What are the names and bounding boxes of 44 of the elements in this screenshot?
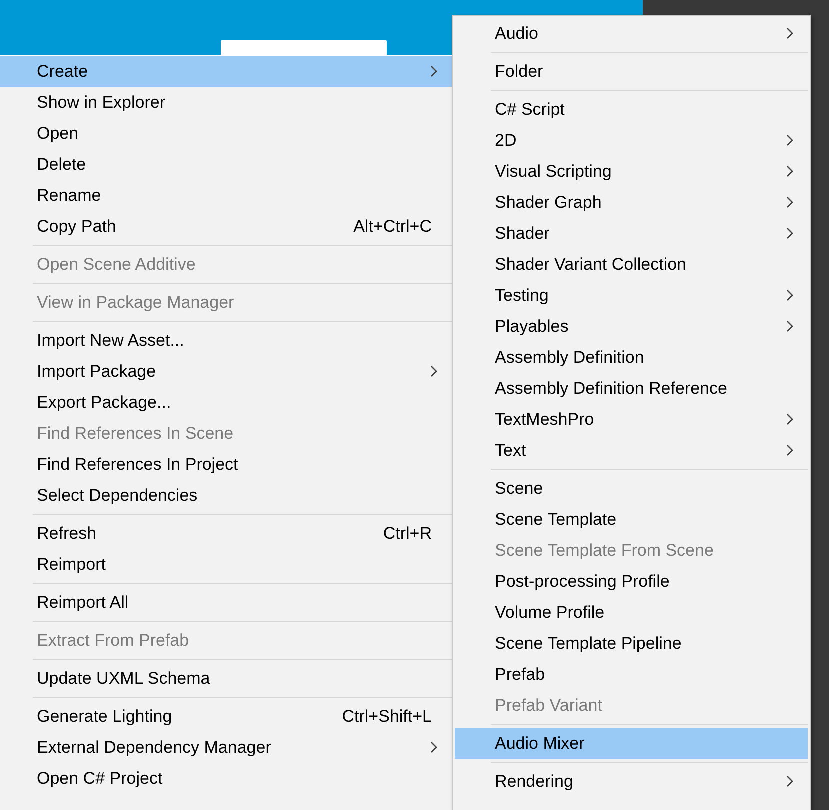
menu-item[interactable]: Rename [0, 180, 452, 211]
menu-item[interactable]: TextMeshPro [455, 404, 808, 435]
menu-item[interactable]: Select Dependencies [0, 480, 452, 511]
menu-item[interactable]: Scene Template Pipeline [455, 628, 808, 659]
menu-item[interactable]: Scene Template [455, 504, 808, 535]
menu-item[interactable]: Create [0, 56, 452, 87]
shortcut-label: Alt+Ctrl+C [354, 216, 432, 236]
menu-item[interactable]: 2D [455, 125, 808, 156]
menu-item[interactable]: Assembly Definition [455, 342, 808, 373]
menu-item[interactable]: Import New Asset... [0, 325, 452, 356]
menu-item[interactable]: Generate Lighting Ctrl+Shift+L [0, 701, 452, 732]
menu-item[interactable]: Testing [455, 280, 808, 311]
menu-item[interactable]: External Dependency Manager [0, 732, 452, 763]
menu-item[interactable]: Reimport [0, 549, 452, 580]
menu-item[interactable]: Audio Mixer [455, 728, 808, 759]
text-field[interactable] [221, 40, 387, 55]
menu-item[interactable]: Show in Explorer [0, 87, 452, 118]
menu-item[interactable]: Copy Path Alt+Ctrl+C [0, 211, 452, 242]
menu-item[interactable]: C# Script [455, 94, 808, 125]
menu-item[interactable]: Open C# Project [0, 763, 452, 794]
menu-item[interactable]: Shader [455, 218, 808, 249]
menu-item[interactable]: Volume Profile [455, 597, 808, 628]
menu-item[interactable]: Scene [455, 473, 808, 504]
menu-item[interactable]: Post-processing Profile [455, 566, 808, 597]
menu-item[interactable]: Playables [455, 311, 808, 342]
menu-item[interactable]: Shader Variant Collection [455, 249, 808, 280]
shortcut-label: Ctrl+R [383, 524, 432, 544]
menu-item[interactable]: Prefab [455, 659, 808, 690]
shortcut-label: Ctrl+Shift+L [342, 706, 432, 726]
menu-item[interactable]: Find References In Project [0, 449, 452, 480]
menu-item[interactable]: Export Package... [0, 387, 452, 418]
menu-item[interactable]: Assembly Definition Reference [455, 373, 808, 404]
menu-item[interactable]: Update UXML Schema [0, 663, 452, 694]
menu-item[interactable]: Reimport All [0, 587, 452, 618]
menu-item[interactable]: Import Package [0, 356, 452, 387]
menu-item[interactable]: Visual Scripting [455, 156, 808, 187]
menu-item[interactable]: Text [455, 435, 808, 466]
menu-item[interactable]: Rendering [455, 766, 808, 797]
menu-item[interactable]: Folder [455, 56, 808, 87]
menu-item[interactable]: Open [0, 118, 452, 149]
menu-item[interactable]: Delete [0, 149, 452, 180]
menu-item[interactable]: Shader Graph [455, 187, 808, 218]
menu-item[interactable]: Audio [455, 18, 808, 49]
menu-item[interactable]: Refresh Ctrl+R [0, 518, 452, 549]
